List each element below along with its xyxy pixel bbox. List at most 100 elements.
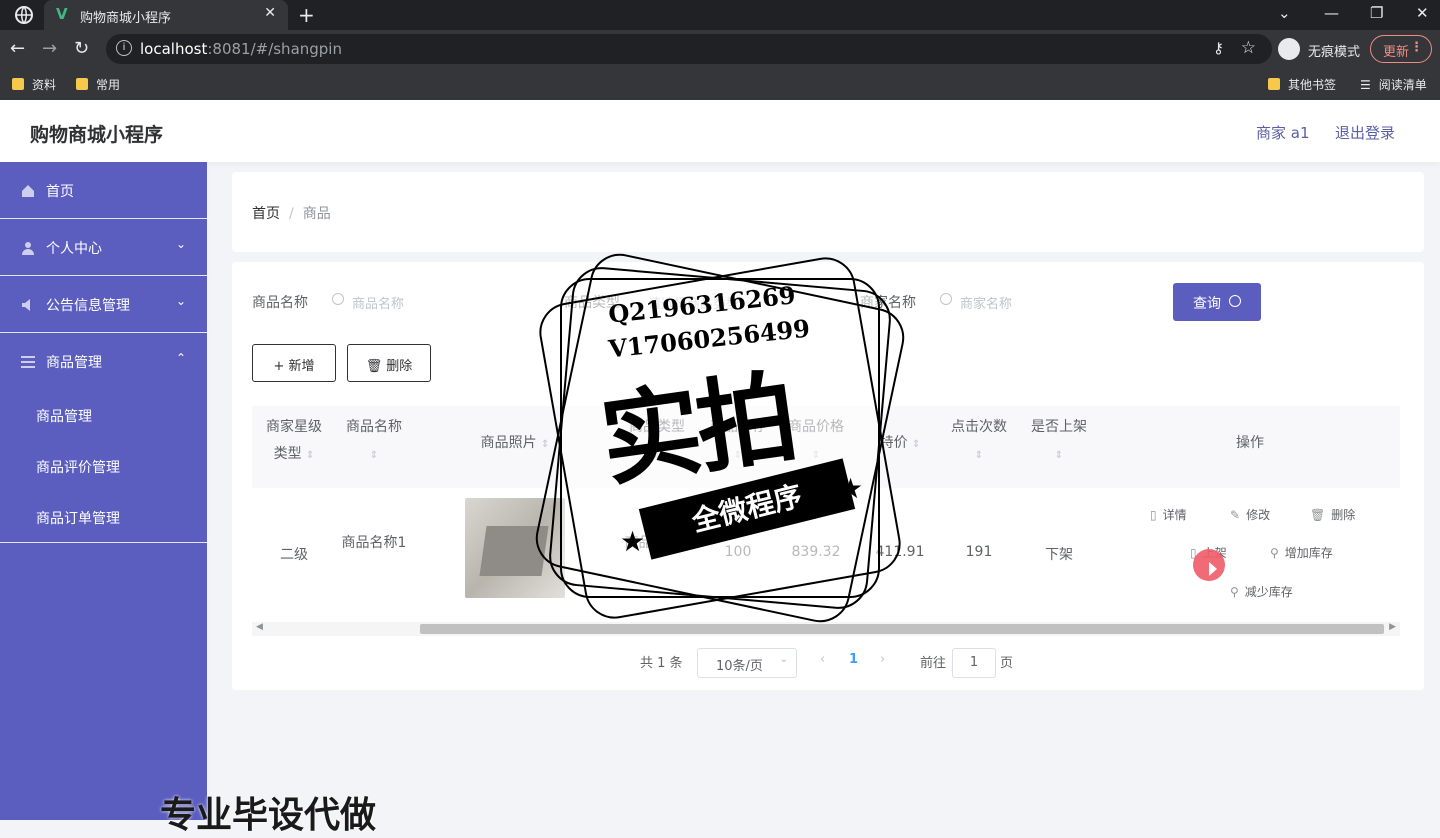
th-onshelf[interactable]: 是否上架 ⇕ bbox=[1019, 414, 1099, 469]
browser-tab[interactable]: V 购物商城小程序 ✕ bbox=[44, 0, 288, 30]
add-button[interactable]: + 新增 bbox=[252, 344, 336, 382]
url-text[interactable]: localhost:8081/#/shangpin bbox=[140, 40, 342, 58]
incognito-label: 无痕模式 bbox=[1308, 45, 1361, 60]
update-label: 更新 bbox=[1383, 45, 1410, 60]
sidebar-subitem-goods-manage[interactable]: 商品管理 bbox=[36, 406, 92, 426]
home-icon bbox=[22, 185, 34, 197]
sidebar-item-label: 公告信息管理 bbox=[46, 298, 130, 314]
th-stock[interactable]: 商品库存 ⇕ bbox=[700, 414, 776, 469]
tab-title: 购物商城小程序 bbox=[80, 11, 172, 26]
edit-icon: ✎ bbox=[1230, 508, 1241, 522]
sidebar-item-notice[interactable]: 公告信息管理 ⌄ bbox=[0, 276, 207, 333]
chevron-down-icon: ⌄ bbox=[176, 294, 187, 308]
scroll-right-icon[interactable]: ▶ bbox=[1389, 622, 1396, 632]
tab-close-icon[interactable]: ✕ bbox=[264, 5, 276, 21]
breadcrumb-separator: / bbox=[289, 206, 294, 222]
chevron-down-icon: ⌄ bbox=[176, 237, 187, 251]
address-bar[interactable]: i localhost:8081/#/shangpin ⚷ ☆ bbox=[106, 34, 1272, 64]
th-price[interactable]: 商品价格 ⇕ bbox=[778, 414, 854, 469]
back-icon[interactable]: ← bbox=[10, 38, 25, 59]
th-photo[interactable]: 商品照片 ⇕ bbox=[455, 430, 575, 458]
goods-photo[interactable] bbox=[465, 498, 565, 598]
th-label: 商品类型 bbox=[629, 419, 685, 435]
reload-icon[interactable]: ↻ bbox=[74, 38, 89, 59]
sidebar-item-personal[interactable]: 个人中心 ⌄ bbox=[0, 219, 207, 276]
next-page-icon[interactable]: › bbox=[880, 652, 885, 667]
filter-merchant-input[interactable]: 商家名称 bbox=[940, 284, 1140, 320]
reduce-stock-action[interactable]: ⚲ 减少库存 bbox=[1230, 583, 1293, 600]
goto-page-input[interactable]: 1 bbox=[952, 648, 996, 678]
sidebar-item-goods[interactable]: 商品管理 ⌃ bbox=[0, 333, 207, 390]
filter-merchant-label: 商家名称 bbox=[860, 295, 916, 311]
folder-icon bbox=[12, 78, 24, 90]
th-actions: 操作 bbox=[1236, 435, 1264, 451]
more-icon: ⋮ bbox=[1410, 40, 1423, 55]
info-icon[interactable]: i bbox=[116, 40, 132, 56]
sort-icon[interactable]: ⇕ bbox=[541, 439, 549, 450]
th-special[interactable]: 特价 ⇕ bbox=[862, 430, 938, 458]
action-label: 减少库存 bbox=[1244, 585, 1293, 599]
current-page[interactable]: 1 bbox=[849, 652, 858, 667]
tab-search-icon[interactable]: ⌄ bbox=[1278, 4, 1291, 22]
sort-icon[interactable]: ⇕ bbox=[812, 450, 820, 461]
sort-icon[interactable]: ⇕ bbox=[975, 450, 983, 461]
filter-type-select[interactable]: 请选择商品类型 bbox=[648, 284, 828, 320]
filter-name-input[interactable]: 商品名称 bbox=[332, 284, 532, 320]
sort-icon[interactable]: ⇕ bbox=[306, 450, 314, 461]
sort-icon[interactable]: ⇕ bbox=[370, 450, 378, 461]
batch-delete-button[interactable]: 🗑 删除 bbox=[347, 344, 431, 382]
restore-icon[interactable]: ❐ bbox=[1370, 4, 1383, 22]
cell-name: 商品名称1 bbox=[341, 535, 407, 551]
current-user[interactable]: 商家 a1 bbox=[1256, 122, 1310, 143]
pin-icon: ⚲ bbox=[1270, 546, 1279, 560]
th-label: 商品价格 bbox=[788, 419, 844, 435]
th-name[interactable]: 商品名称 ⇕ bbox=[336, 414, 412, 469]
new-tab-icon[interactable]: + bbox=[298, 3, 315, 27]
breadcrumb-card: 首页 / 商品 bbox=[232, 172, 1424, 252]
sidebar-item-label: 首页 bbox=[46, 184, 74, 200]
logout-link[interactable]: 退出登录 bbox=[1335, 122, 1395, 143]
sidebar-item-home[interactable]: 首页 bbox=[0, 162, 207, 219]
search-icon bbox=[940, 293, 952, 305]
sidebar-subitem-goods-orders[interactable]: 商品订单管理 bbox=[36, 508, 120, 528]
app-brand: 购物商城小程序 bbox=[30, 124, 164, 146]
horizontal-scrollbar[interactable]: ◀ ▶ bbox=[252, 622, 1400, 636]
reading-list[interactable]: ☰ 阅读清单 bbox=[1360, 76, 1427, 93]
filter-name-placeholder: 商品名称 bbox=[352, 297, 405, 312]
sort-icon[interactable]: ⇕ bbox=[912, 439, 920, 450]
sort-icon[interactable]: ⇕ bbox=[653, 450, 661, 461]
detail-action[interactable]: ▯ 详情 bbox=[1150, 506, 1187, 523]
goto-label: 前往 bbox=[920, 656, 947, 671]
chevron-down-icon: ⌄ bbox=[779, 654, 788, 665]
scrollbar-thumb[interactable] bbox=[420, 624, 1384, 634]
action-label: 删除 bbox=[1331, 508, 1356, 522]
th-type[interactable]: 商品类型 ⇕ bbox=[622, 414, 692, 469]
bookmark-star-icon[interactable]: ☆ bbox=[1241, 38, 1256, 58]
bookmark-folder[interactable]: 其他书签 bbox=[1268, 76, 1336, 93]
th-star[interactable]: 商家星级 类型 ⇕ bbox=[252, 414, 336, 469]
scroll-left-icon[interactable]: ◀ bbox=[256, 622, 263, 632]
th-clicks[interactable]: 点击次数 ⇕ bbox=[939, 414, 1019, 469]
globe-icon bbox=[15, 6, 33, 24]
query-button[interactable]: 查询 bbox=[1173, 283, 1261, 321]
sidebar-subitem-goods-review[interactable]: 商品评价管理 bbox=[36, 457, 120, 477]
edit-action[interactable]: ✎ 修改 bbox=[1230, 506, 1270, 523]
bookmark-folder[interactable]: 常用 bbox=[76, 76, 120, 93]
key-icon[interactable]: ⚷ bbox=[1213, 39, 1224, 57]
bookmarks-bar: 资料 常用 其他书签 ☰ 阅读清单 bbox=[0, 68, 1440, 100]
minimize-icon[interactable]: — bbox=[1324, 4, 1339, 22]
url-host: localhost bbox=[140, 40, 208, 58]
bookmark-folder[interactable]: 资料 bbox=[12, 76, 56, 93]
update-button[interactable]: 更新 ⋮ bbox=[1370, 35, 1432, 63]
sort-icon[interactable]: ⇕ bbox=[1055, 450, 1063, 461]
trash-icon: 🗑 bbox=[365, 359, 383, 374]
forward-icon[interactable]: → bbox=[42, 38, 57, 59]
prev-page-icon[interactable]: ‹ bbox=[820, 652, 825, 667]
window-close-icon[interactable]: ✕ bbox=[1416, 4, 1429, 22]
row-delete-action[interactable]: 🗑 删除 bbox=[1310, 506, 1355, 523]
th-label: 类型 bbox=[273, 446, 302, 462]
breadcrumb-home[interactable]: 首页 bbox=[252, 206, 280, 222]
sort-icon[interactable]: ⇕ bbox=[734, 450, 742, 461]
page-size-select[interactable]: 10条/页 ⌄ bbox=[697, 648, 797, 678]
add-stock-action[interactable]: ⚲ 增加库存 bbox=[1270, 544, 1333, 561]
